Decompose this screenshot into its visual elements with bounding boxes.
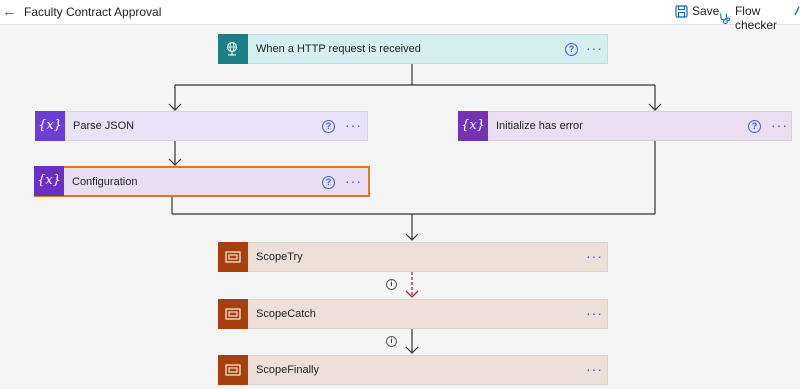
back-arrow-icon[interactable]: ←	[2, 4, 18, 20]
variable-icon: {x}	[458, 110, 488, 141]
top-bar: ← Faculty Contract Approval Save Flow ch…	[0, 0, 800, 32]
scope-catch-label: ScopeCatch	[256, 308, 316, 320]
parse-json-card[interactable]: {𝑥} Parse JSON ? ···	[35, 110, 368, 141]
scope-try-label: ScopeTry	[256, 251, 303, 263]
help-icon[interactable]: ?	[748, 120, 761, 133]
variable-icon: {x}	[34, 165, 64, 196]
curly-braces-icon: {𝑥}	[35, 110, 65, 141]
more-options-icon[interactable]: ···	[586, 306, 603, 320]
more-options-icon[interactable]: ···	[586, 41, 603, 55]
configuration-label: Configuration	[72, 175, 138, 188]
save-label: Save	[692, 4, 720, 18]
initialize-label: Initialize has error	[496, 120, 583, 132]
trigger-http-request-card[interactable]: When a HTTP request is received ? ···	[218, 33, 608, 64]
scope-finally-label: ScopeFinally	[256, 364, 319, 376]
scope-icon	[218, 298, 248, 329]
scope-try-card[interactable]: ScopeTry ···	[218, 241, 608, 272]
more-options-icon[interactable]: ···	[586, 362, 603, 376]
more-options-icon[interactable]: ···	[345, 174, 362, 188]
run-after-info-icon[interactable]: i	[386, 279, 397, 290]
more-options-icon[interactable]: ···	[771, 118, 788, 132]
help-icon[interactable]: ?	[322, 120, 335, 133]
help-icon[interactable]: ?	[322, 176, 335, 189]
flow-title: Faculty Contract Approval	[24, 5, 162, 19]
parse-json-label: Parse JSON	[73, 120, 135, 132]
flow-canvas: When a HTTP request is received ? ··· {𝑥…	[0, 25, 800, 389]
help-icon[interactable]: ?	[565, 43, 578, 56]
more-options-icon[interactable]: ···	[586, 249, 603, 263]
initialize-has-error-card[interactable]: {x} Initialize has error ? ···	[458, 110, 792, 141]
scope-icon	[218, 354, 248, 385]
run-after-info-icon[interactable]: i	[386, 336, 397, 347]
scope-icon	[218, 241, 248, 272]
connector-lines	[168, 63, 662, 354]
scope-catch-card[interactable]: ScopeCatch ···	[218, 298, 608, 329]
globe-icon	[218, 33, 248, 64]
configuration-card[interactable]: {x} Configuration ? ···	[34, 165, 370, 197]
scope-finally-card[interactable]: ScopeFinally ···	[218, 354, 608, 385]
overflow-edit-icon[interactable]	[793, 5, 800, 18]
save-button[interactable]: Save	[675, 4, 719, 18]
more-options-icon[interactable]: ···	[345, 118, 362, 132]
save-icon	[675, 4, 688, 18]
stethoscope-icon	[720, 12, 731, 24]
trigger-label: When a HTTP request is received	[256, 43, 421, 55]
